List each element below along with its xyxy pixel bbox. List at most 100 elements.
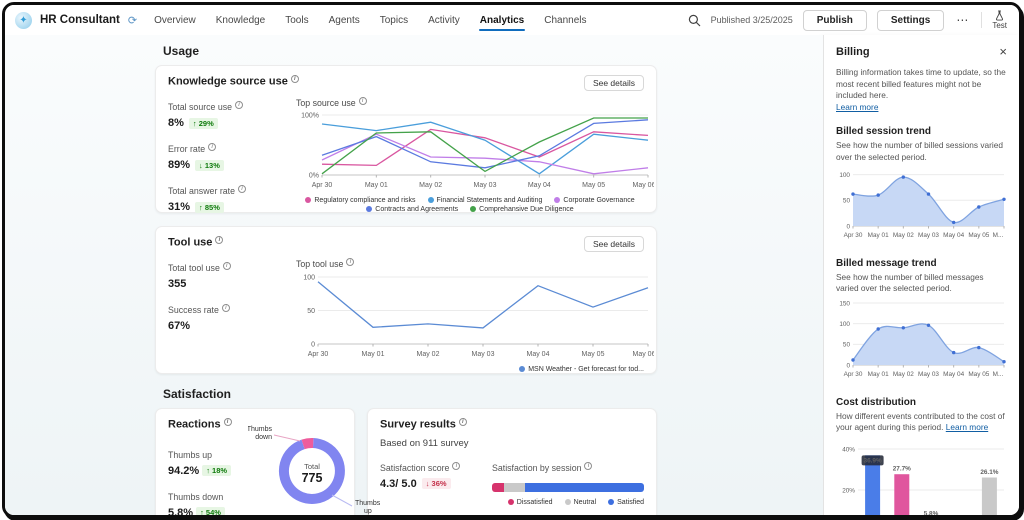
reactions-stats: Thumbs up 94.2%↑ 18% Thumbs down 5.8%↑ 5… — [168, 445, 232, 515]
billing-learn-more-link[interactable]: Learn more — [836, 102, 878, 112]
satisfaction-section-title: Satisfaction — [163, 387, 657, 401]
nav-agents[interactable]: Agents — [328, 7, 361, 34]
svg-text:May 05: May 05 — [968, 371, 989, 378]
info-icon[interactable] — [291, 75, 299, 83]
nav-topics[interactable]: Topics — [379, 7, 409, 34]
top-source-use-title: Top source use — [296, 97, 644, 108]
info-icon[interactable] — [452, 462, 460, 470]
svg-text:20%: 20% — [842, 487, 855, 494]
legend-item[interactable]: Financial Statements and Auditing — [428, 197, 543, 204]
survey-based-on: Based on 911 survey — [380, 438, 644, 449]
tool-stats: Total tool use 355 Success rate 67% — [168, 258, 280, 373]
settings-button[interactable]: Settings — [877, 10, 944, 31]
svg-text:May 04: May 04 — [527, 351, 550, 358]
nav-activity[interactable]: Activity — [427, 7, 461, 34]
legend-item[interactable]: Corporate Governance — [554, 197, 634, 204]
analytics-content: Usage Knowledge source use See details T… — [5, 35, 823, 515]
tool-see-details-button[interactable]: See details — [584, 236, 644, 252]
info-icon[interactable] — [459, 418, 467, 426]
legend-item[interactable]: Comprehansive Due Diligence — [470, 206, 574, 213]
info-icon[interactable] — [346, 258, 354, 266]
billing-panel: Billing × Billing information takes time… — [823, 35, 1019, 515]
test-button[interactable]: Test — [992, 10, 1007, 30]
svg-text:100: 100 — [303, 274, 315, 281]
info-icon[interactable] — [238, 185, 246, 193]
reactions-card: Reactions Thumbs up 94.2%↑ 18% Thumbs do… — [155, 408, 355, 515]
survey-card-title: Survey results — [380, 418, 467, 431]
satisfaction-by-session: Satisfaction by session DissatisfiedNeut… — [492, 458, 644, 506]
more-options-button[interactable]: ⋯ — [954, 13, 971, 27]
svg-text:50: 50 — [843, 197, 851, 204]
svg-text:26.1%: 26.1% — [980, 469, 998, 476]
info-icon[interactable] — [359, 97, 367, 105]
svg-text:May 01: May 01 — [868, 232, 889, 239]
billed-message-trend-chart: 150100500Apr 30May 01May 02May 03May 04M… — [836, 297, 1007, 384]
published-status: Published 3/25/2025 — [711, 15, 793, 25]
info-icon[interactable] — [215, 236, 223, 244]
delta-badge: ↓ 36% — [422, 478, 451, 489]
search-icon[interactable] — [688, 14, 701, 27]
delta-badge: ↑ 85% — [195, 202, 224, 213]
svg-text:May 02: May 02 — [419, 182, 442, 189]
nav-tools[interactable]: Tools — [284, 7, 309, 34]
stat-total-tool-use: Total tool use 355 — [168, 258, 280, 290]
top-tool-use-title: Top tool use — [296, 258, 644, 269]
stacked-bar-segment — [504, 483, 525, 492]
svg-text:Total: Total — [304, 462, 320, 471]
legend-item[interactable]: Neutral — [565, 499, 597, 506]
legend-item[interactable]: Dissatisfied — [508, 499, 553, 506]
survey-results-card: Survey results Based on 911 survey Satis… — [367, 408, 657, 515]
reactions-card-title: Reactions — [168, 418, 232, 431]
knowledge-card-title: Knowledge source use — [168, 75, 299, 88]
info-icon[interactable] — [208, 143, 216, 151]
billing-title: Billing — [836, 46, 870, 58]
svg-text:May 02: May 02 — [893, 371, 914, 378]
knowledge-see-details-button[interactable]: See details — [584, 75, 644, 91]
delta-badge: ↑ 29% — [189, 118, 218, 129]
info-icon[interactable] — [222, 304, 230, 312]
stacked-bar-segment — [492, 483, 504, 492]
svg-text:May 05: May 05 — [582, 351, 605, 358]
usage-section-title: Usage — [163, 44, 657, 58]
info-icon[interactable] — [224, 418, 232, 426]
svg-text:M...: M... — [993, 371, 1004, 378]
svg-text:May 04: May 04 — [943, 232, 964, 239]
info-icon[interactable] — [235, 101, 243, 109]
svg-text:0%: 0% — [309, 172, 319, 179]
app-title: HR Consultant — [40, 14, 120, 26]
svg-text:Apr 30: Apr 30 — [844, 232, 863, 239]
svg-text:50: 50 — [843, 342, 851, 349]
svg-text:100: 100 — [839, 321, 850, 328]
svg-text:May 05: May 05 — [582, 182, 605, 189]
svg-text:May 02: May 02 — [893, 232, 914, 239]
svg-text:May 06: May 06 — [633, 182, 654, 189]
top-tool-use-legend: MSN Weather - Get forecast for tod... — [296, 366, 644, 373]
delta-badge: ↓ 13% — [195, 160, 224, 171]
svg-text:Thumbsup: Thumbsup — [355, 500, 381, 515]
close-icon[interactable]: × — [999, 45, 1007, 58]
svg-text:May 05: May 05 — [968, 232, 989, 239]
satisfaction-legend: Dissatisfied Neutral Satisfied — [492, 499, 644, 506]
nav-analytics[interactable]: Analytics — [479, 7, 525, 34]
nav-channels[interactable]: Channels — [543, 7, 587, 34]
legend-item[interactable]: Satisfied — [608, 499, 644, 506]
billed-session-trend-desc: See how the number of billed sessions va… — [836, 140, 1007, 162]
svg-text:36.9%: 36.9% — [864, 457, 882, 464]
nav-overview[interactable]: Overview — [153, 7, 197, 34]
svg-text:May 03: May 03 — [474, 182, 497, 189]
nav-knowledge[interactable]: Knowledge — [215, 7, 266, 34]
legend-item[interactable]: Regulatory compliance and risks — [305, 197, 415, 204]
svg-text:Apr 30: Apr 30 — [312, 182, 333, 189]
billed-session-trend-title: Billed session trend — [836, 126, 1007, 137]
svg-text:0: 0 — [846, 223, 850, 230]
stat-error-rate: Error rate 89%↓ 13% — [168, 139, 280, 171]
cost-distribution-desc: How different events contributed to the … — [836, 411, 1007, 433]
cost-learn-more-link[interactable]: Learn more — [946, 422, 988, 432]
legend-item[interactable]: MSN Weather - Get forecast for tod... — [519, 366, 644, 373]
publish-button[interactable]: Publish — [803, 10, 867, 31]
info-icon[interactable] — [584, 462, 592, 470]
info-icon[interactable] — [223, 262, 231, 270]
legend-item[interactable]: Contracts and Agreements — [366, 206, 458, 213]
svg-text:Apr 30: Apr 30 — [844, 371, 863, 378]
svg-text:May 03: May 03 — [472, 351, 495, 358]
